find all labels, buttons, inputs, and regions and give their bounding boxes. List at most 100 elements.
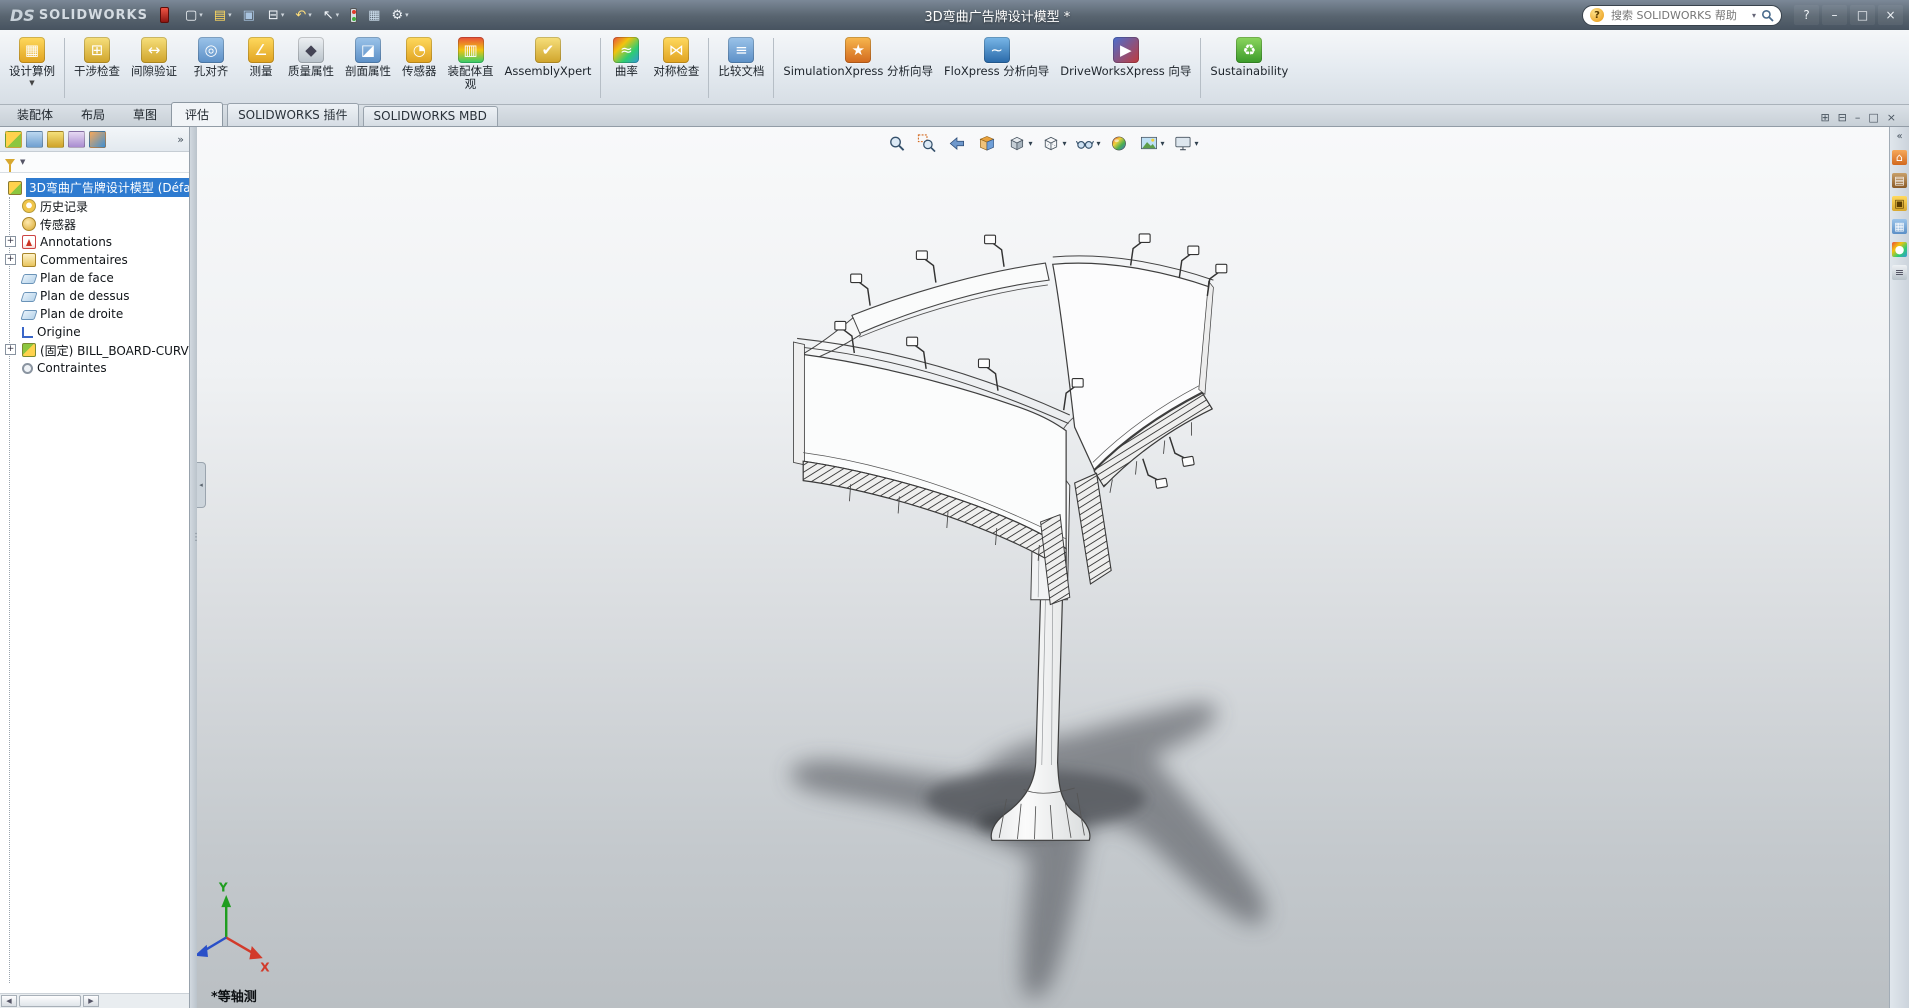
hide-show-items-button[interactable]: ▾ [1075,134,1100,153]
ribbon-separator [773,38,774,98]
propertymanager-tab-icon[interactable] [26,131,43,148]
ribbon-driveworksxpress-button[interactable]: ▶ DriveWorksXpress 向导 [1055,33,1196,103]
ribbon-measure-button[interactable]: ∠ 测量 [240,33,282,103]
minimize-button[interactable]: – [1822,5,1847,25]
search-icon[interactable] [1761,9,1774,22]
tree-item-right-plane[interactable]: Plan de droite [2,305,187,323]
zoom-to-area-button[interactable] [917,134,938,153]
tree-item-history[interactable]: 历史记录 [2,197,187,215]
tab-sketch[interactable]: 草图 [119,102,171,126]
maximize-button[interactable]: □ [1850,5,1875,25]
design-study-icon: ▦ [19,37,45,63]
tree-item-billboard-part[interactable]: + (固定) BILL_BOARD-CURV [2,341,187,359]
close-button[interactable]: × [1878,5,1903,25]
scroll-right-button[interactable]: ▶ [83,995,99,1007]
tree-horizontal-scrollbar[interactable]: ◀ ▶ [0,993,189,1008]
search-input[interactable] [1609,8,1747,23]
tab-layout[interactable]: 布局 [67,102,119,126]
open-button[interactable]: ▤ ▾ [210,6,236,25]
menu-pin-icon[interactable] [160,7,169,23]
options-button[interactable]: ⚙ ▾ [387,6,412,25]
tree-filter-bar[interactable]: ▼ [0,152,189,173]
display-style-button[interactable]: ▾ [1041,134,1066,153]
panel-splitter[interactable] [190,127,197,1008]
tree-item-mates[interactable]: Contraintes [2,359,187,377]
tree-item-comments[interactable]: + Commentaires [2,251,187,269]
apply-scene-button[interactable]: ▾ [1140,134,1165,153]
ribbon-compare-documents-button[interactable]: ≡ 比较文档 [713,33,769,103]
view-settings-button[interactable]: ▾ [1174,134,1199,153]
design-library-icon[interactable]: ▤ [1892,173,1907,188]
ribbon-section-properties-button[interactable]: ◪ 剖面属性 [340,33,396,103]
view-orientation-button[interactable]: ▾ [1007,134,1032,153]
tree-item-annotations[interactable]: + Annotations [2,233,187,251]
select-button[interactable]: ↖ ▾ [319,6,343,25]
feature-manager-panel: » ▼ 3D弯曲广告牌设计模型 (Défa 历史记录 传感器 [0,127,190,1008]
undo-button[interactable]: ↶ ▾ [291,6,315,25]
graphics-viewport[interactable]: Y X Z [197,127,1889,1008]
save-button[interactable]: ▣ [239,6,261,25]
search-box[interactable]: ? ▾ [1582,5,1782,26]
expand-icon[interactable]: + [5,254,16,265]
view-palette-icon[interactable]: ▦ [1892,219,1907,234]
chevron-right-icon[interactable]: » [177,133,184,146]
configurationmanager-tab-icon[interactable] [47,131,64,148]
edit-appearance-button[interactable] [1110,134,1131,153]
tree-root-item[interactable]: 3D弯曲广告牌设计模型 (Défa [2,178,187,197]
ribbon-interference-check-button[interactable]: ⊞ 干涉检查 [69,33,125,103]
selection-filter-button[interactable] [346,6,361,25]
tree-collapse-handle[interactable]: ◂ [197,462,206,508]
file-explorer-icon[interactable]: ▣ [1892,196,1907,211]
expand-icon[interactable]: + [5,344,16,355]
print-button[interactable]: ⊟ ▾ [264,6,288,25]
ribbon-mass-properties-button[interactable]: ◆ 质量属性 [283,33,339,103]
ribbon-design-study-button[interactable]: ▦ 设计算例 ▼ [4,33,60,103]
tab-evaluate[interactable]: 评估 [171,102,223,126]
dimxpertmanager-tab-icon[interactable] [68,131,85,148]
manager-tabs: » [0,127,189,152]
help-button[interactable]: ? [1794,5,1819,25]
scrollbar-thumb[interactable] [19,995,81,1007]
search-caret-icon[interactable]: ▾ [1752,11,1756,20]
ribbon-sensors-button[interactable]: ◔ 传感器 [397,33,442,103]
caret-down-icon: ▾ [308,11,312,19]
ribbon-simulationxpress-button[interactable]: ★ SimulationXpress 分析向导 [778,33,938,103]
zoom-to-fit-button[interactable] [887,134,908,153]
solidworks-resources-icon[interactable]: ⌂ [1892,150,1907,165]
featuremanager-tab-icon[interactable] [5,131,22,148]
ribbon-sustainability-button[interactable]: ♻ Sustainability [1205,33,1293,103]
pane-left-icon[interactable]: ⊞ [1820,111,1829,124]
doc-minimize-button[interactable]: – [1855,111,1861,124]
ribbon-clearance-verify-button[interactable]: ↔ 间隙验证 [126,33,182,103]
tree-item-label: Plan de face [40,271,114,285]
task-pane-collapse-icon[interactable]: « [1896,131,1902,142]
tab-solidworks-addins[interactable]: SOLIDWORKS 插件 [227,103,358,126]
custom-properties-icon[interactable]: ≡ [1892,265,1907,280]
doc-restore-button[interactable]: □ [1868,111,1878,124]
ribbon-curvature-button[interactable]: ≈ 曲率 [605,33,647,103]
appearances-scenes-icon[interactable]: ● [1892,242,1907,257]
tree-item-origin[interactable]: Origine [2,323,187,341]
model-3d-view[interactable]: Y X Z [197,127,1889,1008]
previous-view-icon [947,134,966,153]
doc-close-button[interactable]: × [1887,111,1896,124]
ribbon-floxpress-button[interactable]: ∼ FloXpress 分析向导 [939,33,1054,103]
new-document-button[interactable]: ▢ ▾ [181,6,207,25]
tree-item-label: Origine [37,325,81,339]
scroll-left-button[interactable]: ◀ [1,995,17,1007]
ribbon-assembly-visualization-button[interactable]: ▥ 装配体直观 [443,33,499,103]
ribbon-hole-alignment-button[interactable]: ◎ 孔对齐 [183,33,239,103]
pane-right-icon[interactable]: ⊟ [1838,111,1847,124]
ribbon-assemblyxpert-button[interactable]: ✔ AssemblyXpert [500,33,597,103]
tree-item-front-plane[interactable]: Plan de face [2,269,187,287]
tab-solidworks-mbd[interactable]: SOLIDWORKS MBD [363,106,498,126]
tree-item-sensors[interactable]: 传感器 [2,215,187,233]
file-properties-button[interactable]: ▦ [364,6,384,25]
section-view-button[interactable] [977,134,998,153]
tab-assembly[interactable]: 装配体 [3,102,67,126]
displaymanager-tab-icon[interactable] [89,131,106,148]
ribbon-symmetry-check-button[interactable]: ⋈ 对称检查 [648,33,704,103]
expand-icon[interactable]: + [5,236,16,247]
previous-view-button[interactable] [947,134,968,153]
tree-item-top-plane[interactable]: Plan de dessus [2,287,187,305]
